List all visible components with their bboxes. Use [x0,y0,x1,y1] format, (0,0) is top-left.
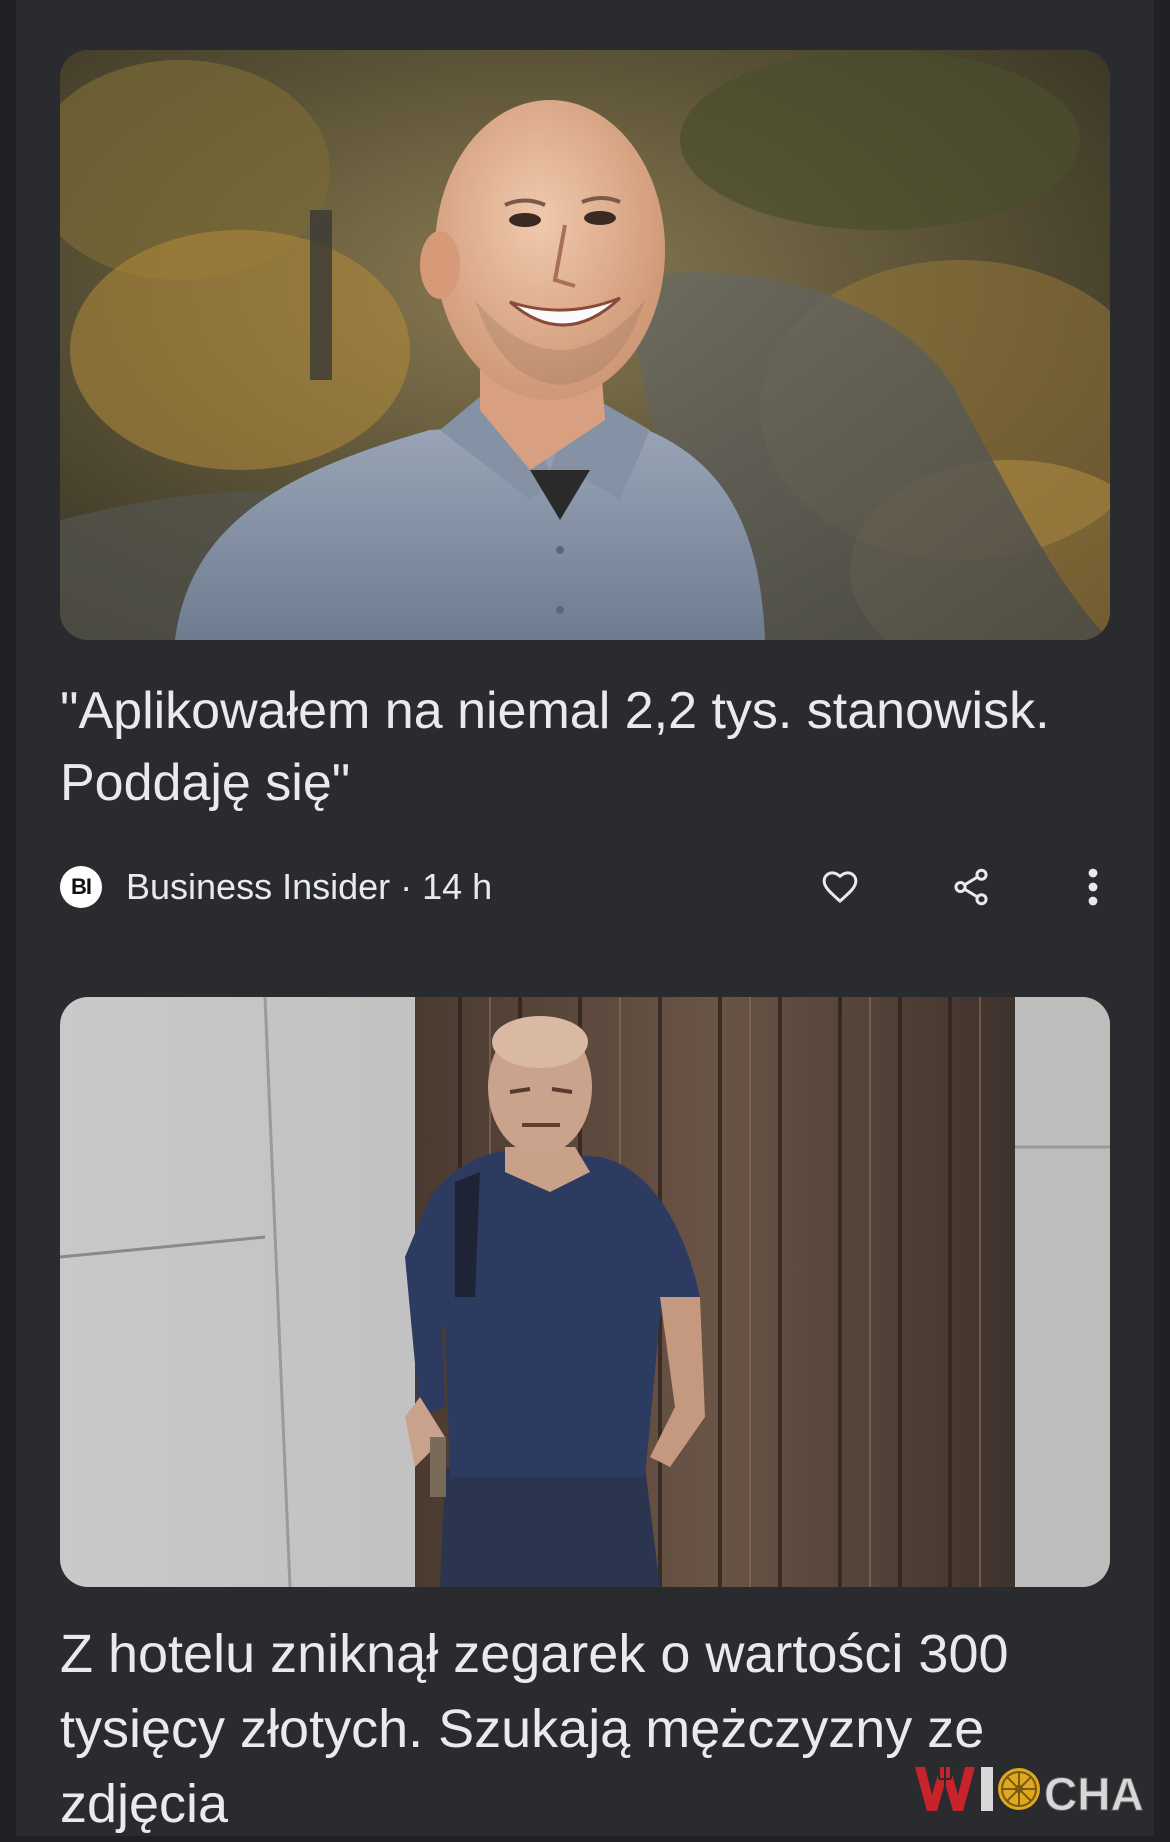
news-feed: "Aplikowałem na niemal 2,2 tys. stanowis… [16,0,1154,1836]
article-meta-row: BI Business Insider · 14 h [60,852,1110,922]
share-icon [954,868,988,906]
svg-text:CHA: CHA [1044,1768,1144,1820]
article-headline[interactable]: "Aplikowałem na niemal 2,2 tys. stanowis… [60,675,1060,819]
like-button[interactable] [815,862,865,912]
article-thumbnail[interactable] [60,50,1110,640]
source-and-time[interactable]: Business Insider · 14 h [126,866,492,908]
article-thumbnail[interactable] [60,997,1110,1587]
article-card-2[interactable]: Z hotelu zniknął zegarek o wartości 300 … [60,997,1110,1834]
share-button[interactable] [946,862,996,912]
wiocha-logo-icon: CHA [915,1767,1144,1821]
photo-man-smiling-icon [60,50,1110,640]
article-card-1[interactable]: "Aplikowałem na niemal 2,2 tys. stanowis… [60,50,1110,908]
heart-outline-icon [822,871,858,903]
photo-cctv-man-icon [60,997,1110,1587]
wiocha-watermark: CHA [909,1755,1164,1825]
source-logo: BI [60,866,102,908]
more-options-button[interactable] [1076,862,1110,912]
more-vert-icon [1088,868,1098,906]
